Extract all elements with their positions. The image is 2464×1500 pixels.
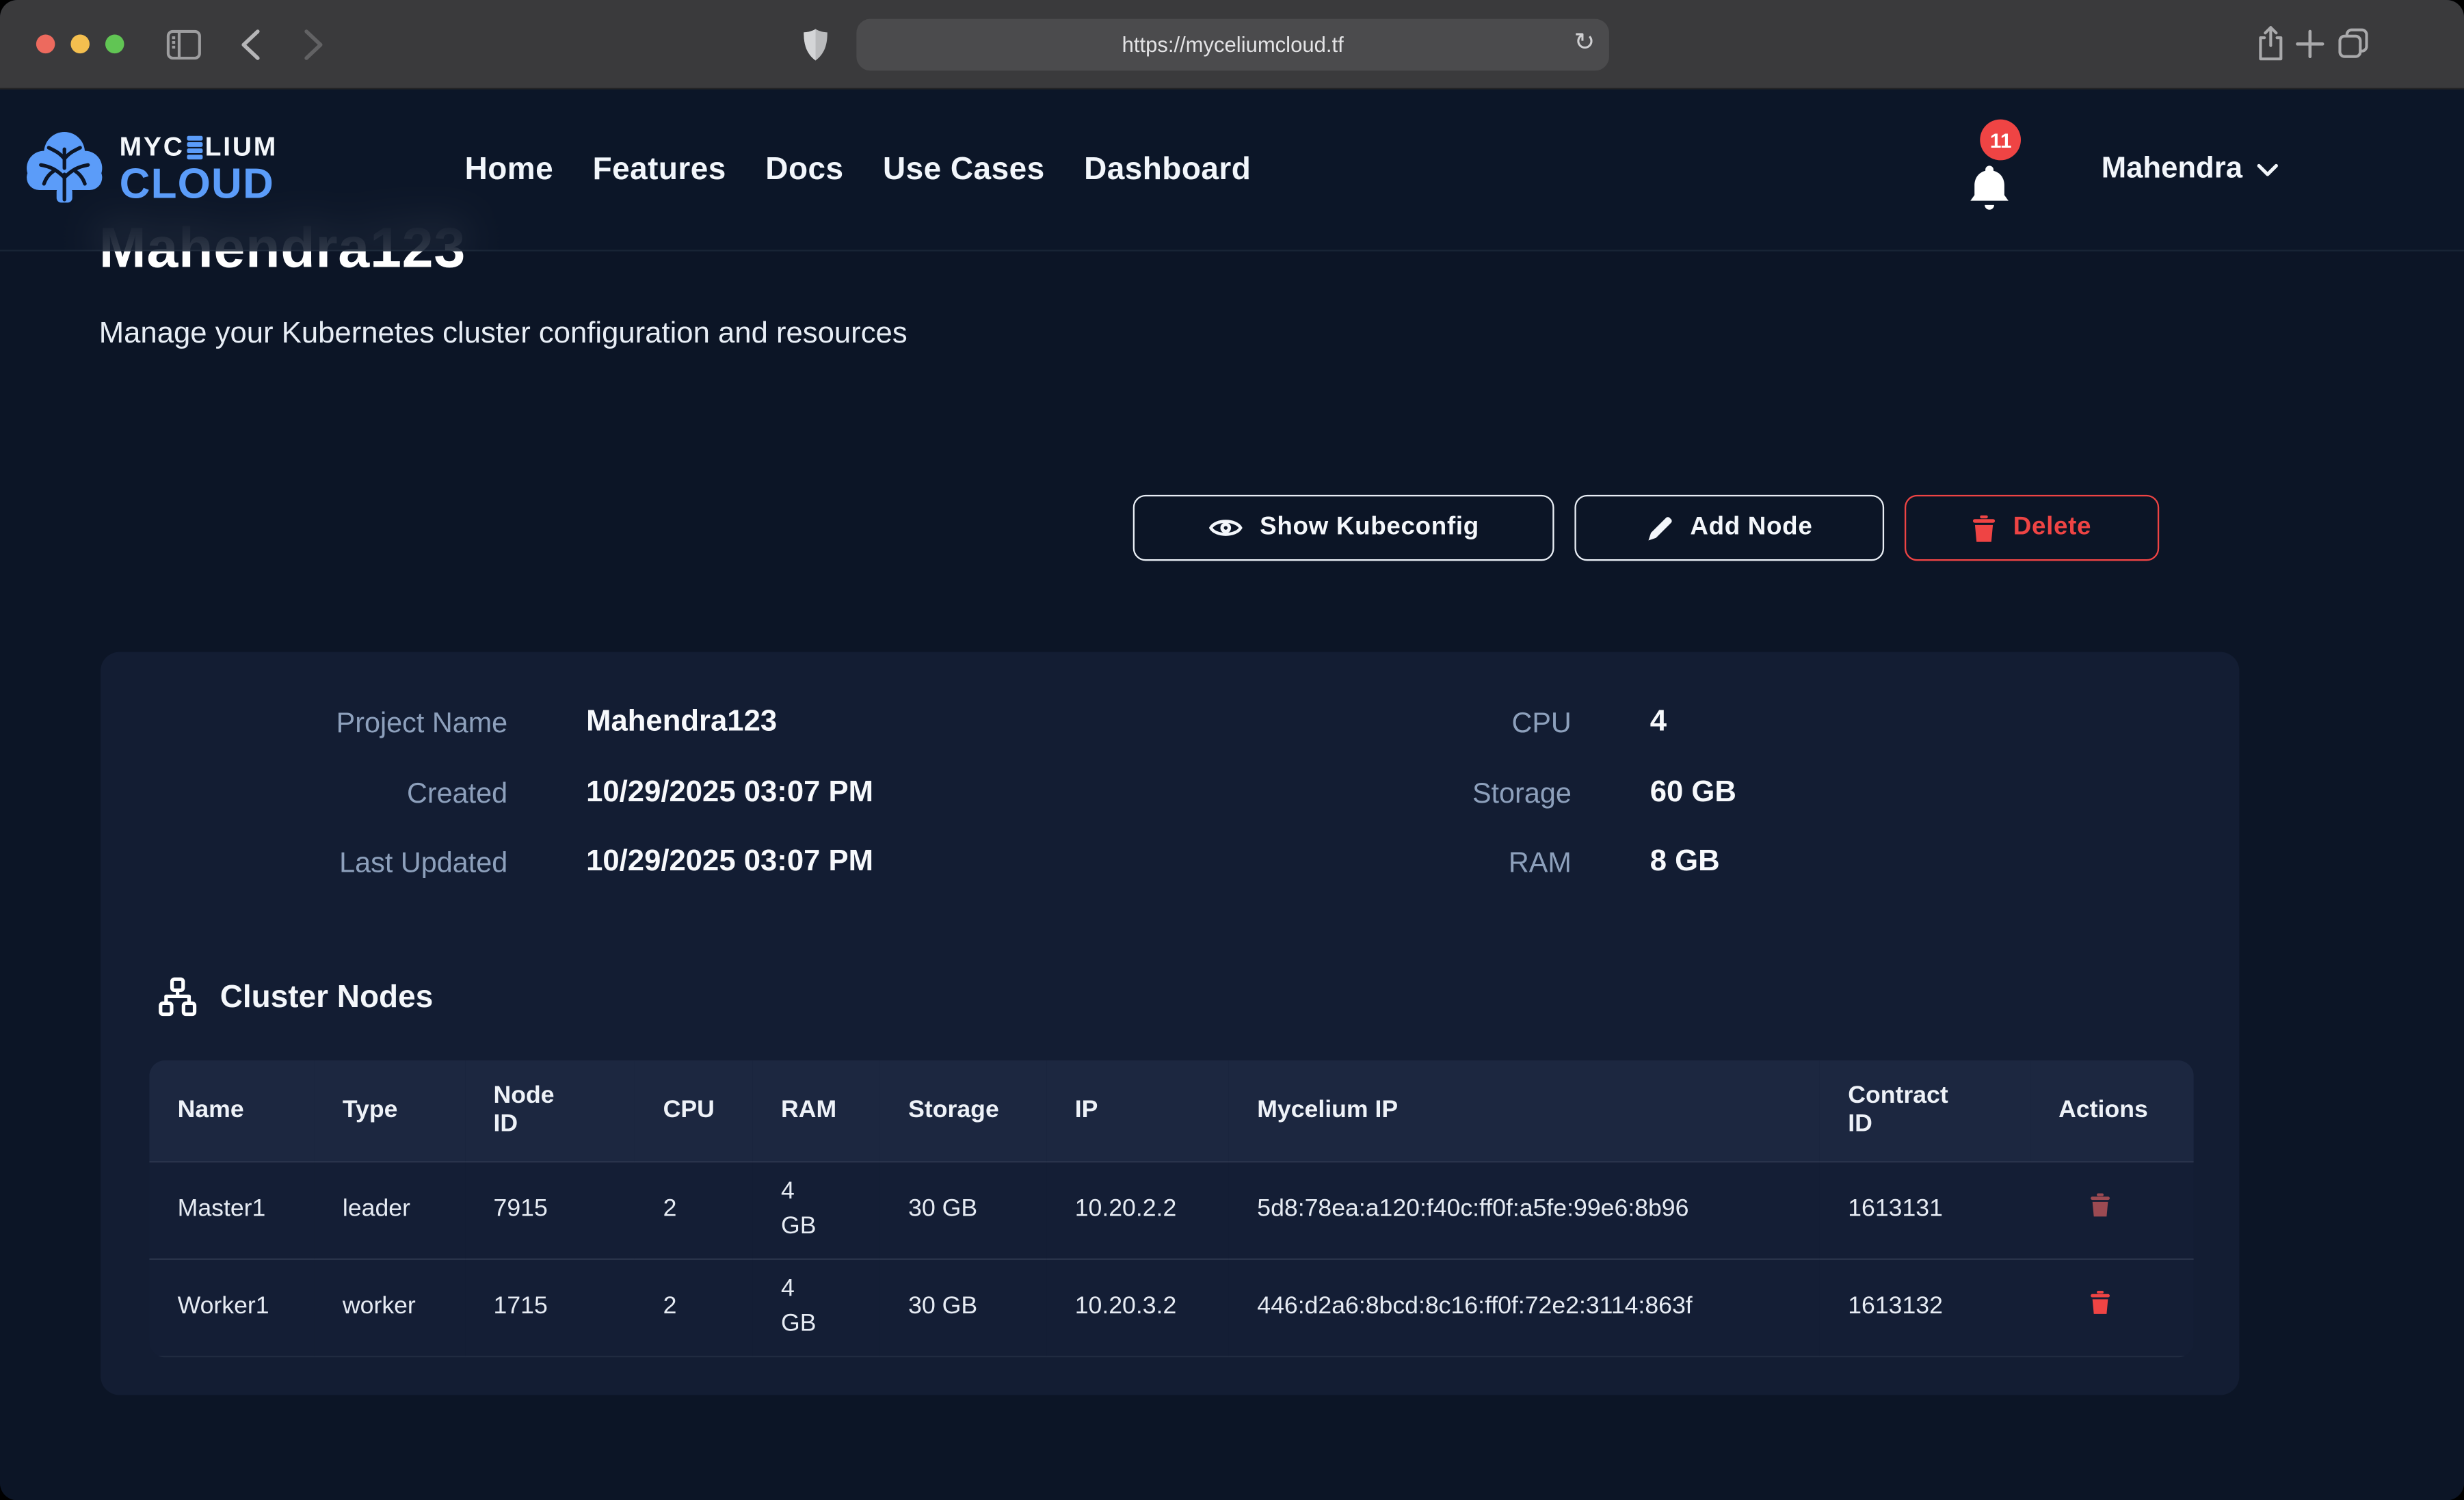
url-text: https://myceliumcloud.tf bbox=[1122, 33, 1344, 56]
close-window-button[interactable] bbox=[36, 35, 55, 54]
main-nav: Home Features Docs Use Cases Dashboard bbox=[465, 152, 1251, 188]
delete-node-button[interactable] bbox=[2084, 1287, 2117, 1319]
logo-wordmark-bottom: CLOUD bbox=[120, 163, 278, 206]
project-name-label: Project Name bbox=[138, 706, 507, 739]
created-label: Created bbox=[138, 777, 507, 809]
bell-icon bbox=[1968, 163, 2011, 212]
nav-item-docs[interactable]: Docs bbox=[765, 152, 843, 188]
col-ip: IP bbox=[1046, 1060, 1229, 1161]
forward-button-icon[interactable] bbox=[303, 28, 323, 61]
table-header-row: Name Type Node ID CPU RAM Storage IP Myc… bbox=[149, 1060, 2193, 1161]
mycelium-logo-icon bbox=[23, 131, 105, 209]
col-storage: Storage bbox=[880, 1060, 1047, 1161]
new-tab-plus-icon[interactable] bbox=[2296, 30, 2324, 58]
col-cpu: CPU bbox=[635, 1060, 752, 1161]
screenshot-root: https://myceliumcloud.tf ↻ Mahendra123 M… bbox=[0, 0, 2464, 1500]
reload-icon[interactable]: ↻ bbox=[1574, 27, 1595, 62]
nav-item-home[interactable]: Home bbox=[465, 152, 554, 188]
sidebar-toggle-icon[interactable] bbox=[167, 30, 202, 60]
nav-item-use-cases[interactable]: Use Cases bbox=[883, 152, 1045, 188]
cluster-details-card: Project Name Mahendra123 Created 10/29/202… bbox=[101, 652, 2239, 1395]
user-name: Mahendra bbox=[2102, 152, 2242, 187]
sitemap-icon bbox=[157, 977, 198, 1018]
zoom-window-button[interactable] bbox=[105, 35, 124, 54]
ram-value: 8 GB bbox=[1650, 845, 1720, 880]
cluster-nodes-title: Cluster Nodes bbox=[220, 980, 434, 1016]
nav-item-dashboard[interactable]: Dashboard bbox=[1084, 152, 1251, 188]
col-ram: RAM bbox=[753, 1060, 880, 1161]
add-node-button[interactable]: Add Node bbox=[1574, 495, 1884, 561]
table-row: Worker1 worker 1715 2 4 GB 30 GB 10.20.3… bbox=[149, 1259, 2193, 1356]
cpu-label: CPU bbox=[1202, 706, 1572, 739]
trash-icon bbox=[1972, 515, 1996, 541]
user-menu[interactable]: Mahendra bbox=[2102, 152, 2279, 187]
cluster-nodes-header: Cluster Nodes bbox=[157, 977, 433, 1018]
privacy-shield-icon[interactable] bbox=[803, 28, 828, 61]
webpage: Mahendra123 Manage your Kubernetes clust… bbox=[0, 90, 2464, 1500]
last-updated-label: Last Updated bbox=[138, 846, 507, 879]
delete-cluster-button[interactable]: Delete bbox=[1905, 495, 2159, 561]
cluster-actions: Show Kubeconfig Add Node Delete bbox=[1133, 495, 2159, 561]
page-subtitle: Manage your Kubernetes cluster configura… bbox=[99, 317, 908, 352]
project-name-value: Mahendra123 bbox=[586, 706, 777, 740]
trash-icon bbox=[2090, 1193, 2110, 1218]
site-navbar: MYC LIUM CLOUD Home Features Docs Use Ca… bbox=[0, 90, 2464, 252]
share-icon[interactable] bbox=[2257, 25, 2285, 63]
col-name: Name bbox=[149, 1060, 314, 1161]
eye-icon bbox=[1208, 515, 1243, 541]
nav-item-features[interactable]: Features bbox=[593, 152, 726, 188]
storage-value: 60 GB bbox=[1650, 776, 1736, 811]
logo[interactable]: MYC LIUM CLOUD bbox=[23, 131, 278, 209]
col-node-id: Node ID bbox=[465, 1060, 635, 1161]
ram-label: RAM bbox=[1202, 846, 1572, 879]
table-row: Master1 leader 7915 2 4 GB 30 GB 10.20.2… bbox=[149, 1161, 2193, 1258]
storage-label: Storage bbox=[1202, 777, 1572, 809]
col-contract-id: Contract ID bbox=[1820, 1060, 2030, 1161]
col-actions: Actions bbox=[2030, 1060, 2194, 1161]
address-bar[interactable]: https://myceliumcloud.tf ↻ bbox=[856, 19, 1609, 71]
col-type: Type bbox=[315, 1060, 466, 1161]
last-updated-value: 10/29/2025 03:07 PM bbox=[586, 845, 873, 880]
notifications-button[interactable]: 11 bbox=[1968, 126, 2015, 214]
logo-e-icon bbox=[187, 137, 202, 159]
safari-window: https://myceliumcloud.tf ↻ Mahendra123 M… bbox=[0, 0, 2464, 1500]
minimize-window-button[interactable] bbox=[70, 35, 90, 54]
back-button-icon[interactable] bbox=[241, 28, 261, 61]
created-value: 10/29/2025 03:07 PM bbox=[586, 776, 873, 811]
notification-count-badge: 11 bbox=[1981, 120, 2022, 161]
pencil-icon bbox=[1646, 515, 1673, 541]
delete-node-button[interactable] bbox=[2084, 1190, 2117, 1221]
browser-toolbar: https://myceliumcloud.tf ↻ bbox=[0, 0, 2464, 90]
logo-wordmark-top: MYC LIUM bbox=[120, 133, 278, 160]
cpu-value: 4 bbox=[1650, 706, 1667, 740]
show-kubeconfig-button[interactable]: Show Kubeconfig bbox=[1133, 495, 1554, 561]
chevron-down-icon bbox=[2257, 163, 2279, 177]
nodes-table: Name Type Node ID CPU RAM Storage IP Myc… bbox=[149, 1060, 2193, 1356]
tabs-overview-icon[interactable] bbox=[2338, 28, 2368, 58]
col-mycelium-ip: Mycelium IP bbox=[1229, 1060, 1820, 1161]
trash-icon bbox=[2090, 1290, 2110, 1315]
